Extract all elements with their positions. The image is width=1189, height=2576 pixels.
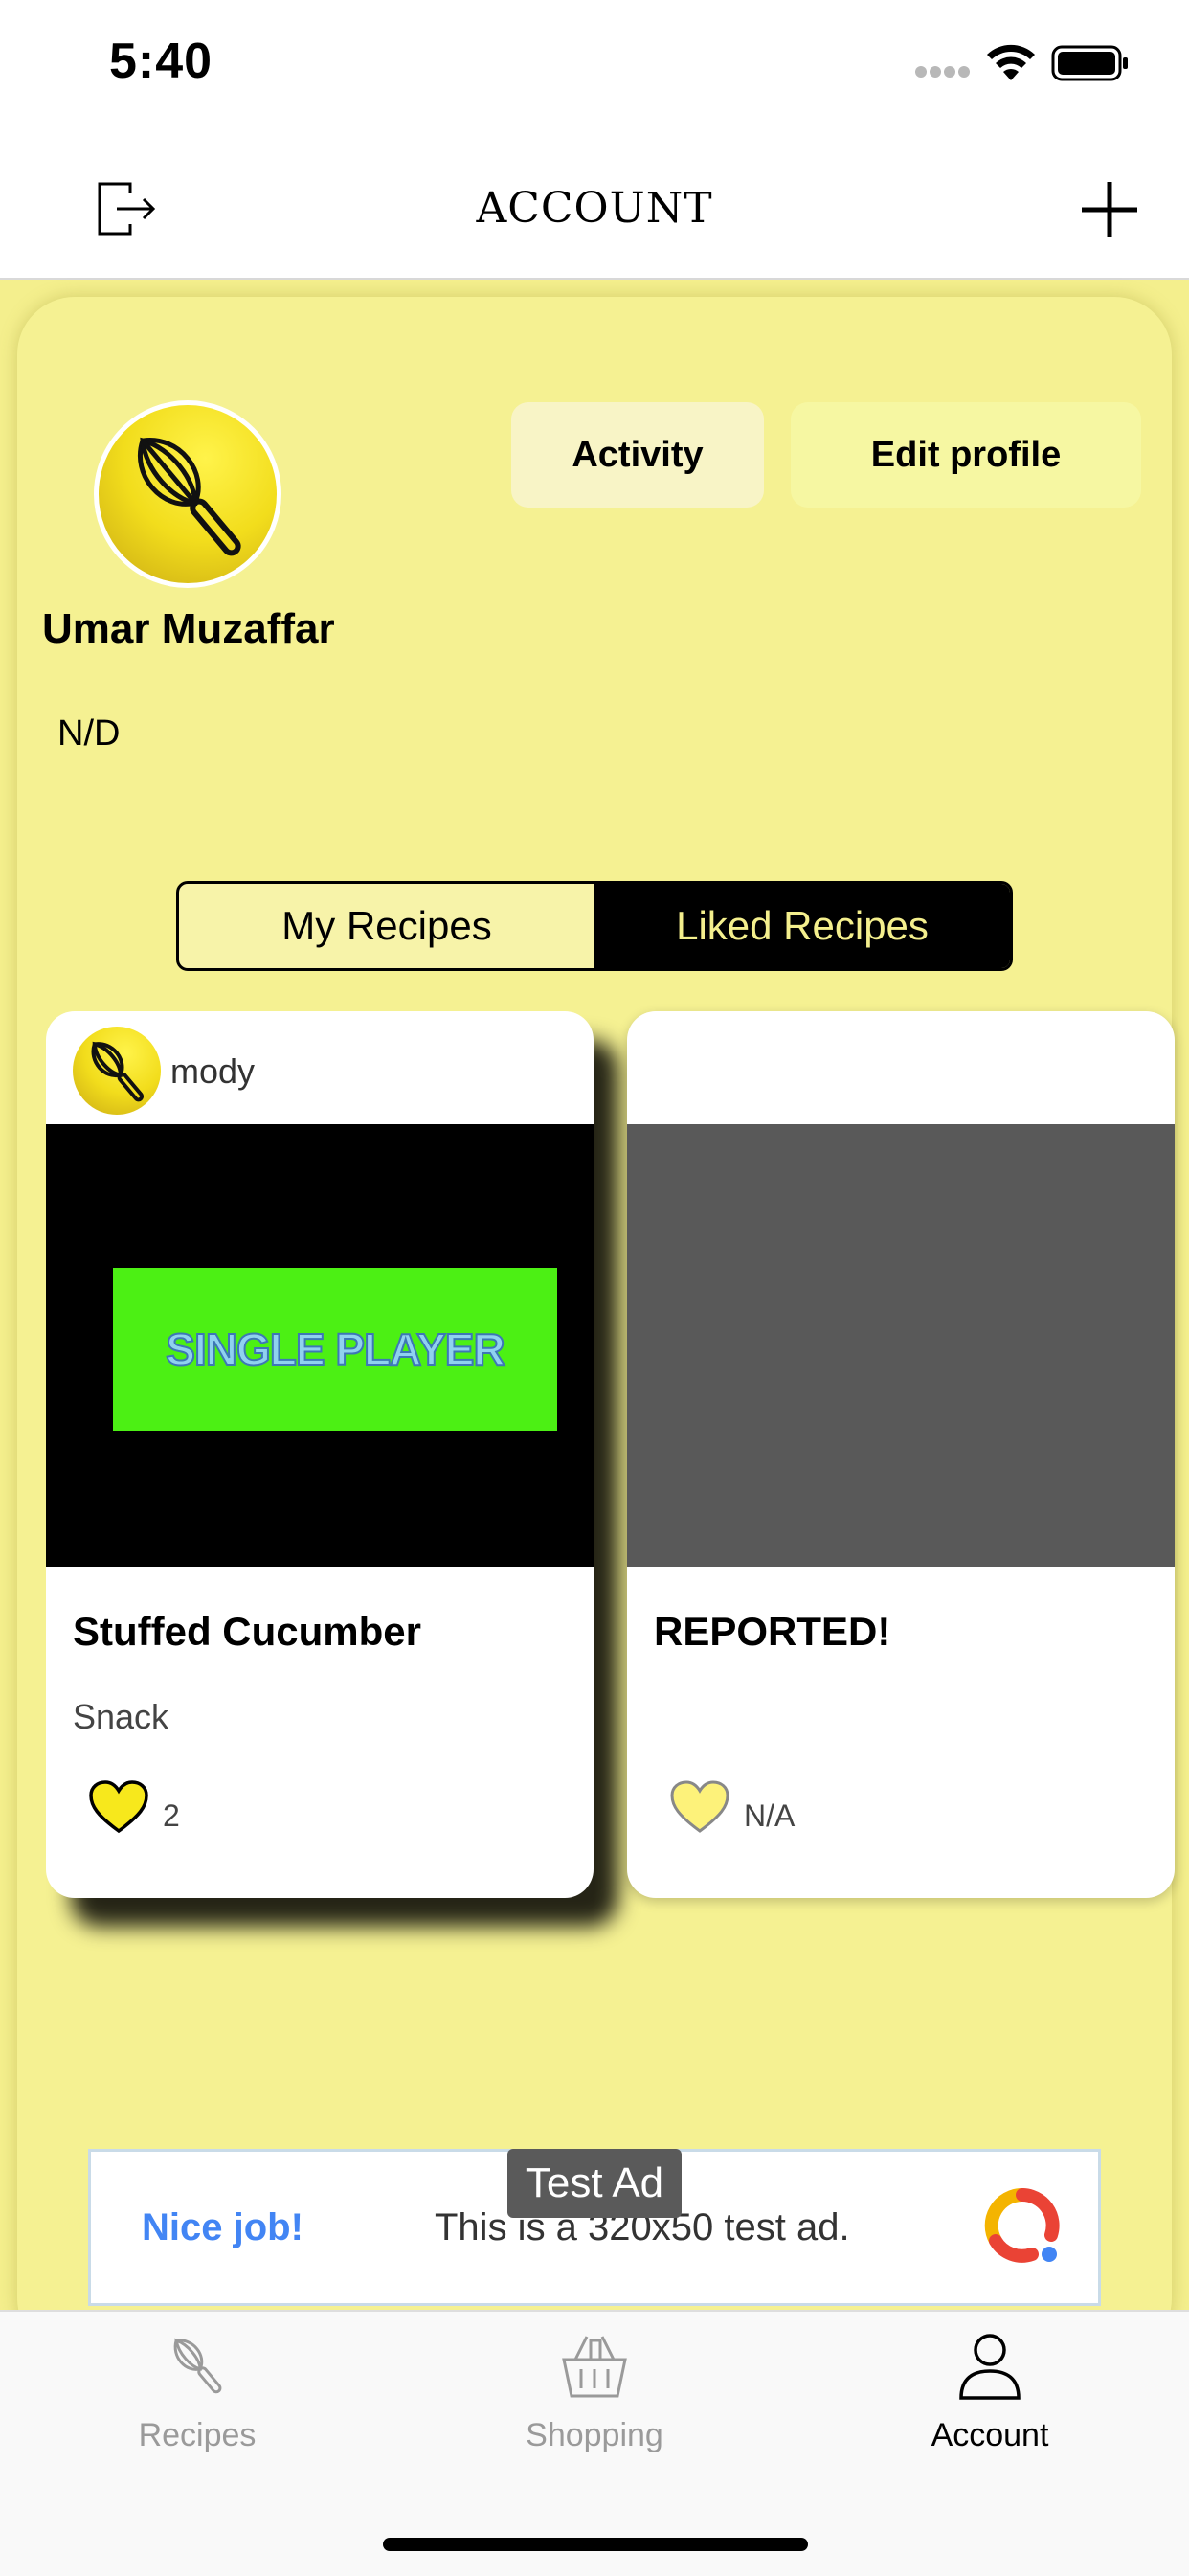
cellular-signal-icon — [915, 66, 970, 78]
whisk-icon — [137, 437, 241, 556]
tab-shopping[interactable]: Shopping — [451, 2327, 738, 2480]
recipe-card[interactable]: REPORTED! N/A — [627, 1011, 1175, 1898]
whisk-icon — [91, 1041, 145, 1102]
recipes-segmented-control: My Recipes Liked Recipes — [176, 881, 1013, 971]
test-ad-badge: Test Ad — [507, 2149, 682, 2218]
status-time: 5:40 — [109, 34, 213, 89]
segment-liked-recipes[interactable]: Liked Recipes — [594, 884, 1010, 968]
like-count: 2 — [163, 1798, 180, 1833]
author-name[interactable]: mody — [170, 1051, 255, 1092]
thumbnail-banner: SINGLE PLAYER — [113, 1268, 557, 1431]
thumbnail-text: SINGLE PLAYER — [165, 1323, 505, 1375]
heart-icon[interactable] — [88, 1779, 149, 1835]
battery-icon — [1051, 45, 1128, 81]
tab-label: Shopping — [526, 2417, 663, 2453]
profile-avatar — [94, 400, 281, 588]
heart-icon[interactable] — [669, 1779, 730, 1835]
edit-profile-button[interactable]: Edit profile — [791, 402, 1141, 508]
ad-logo-icon[interactable] — [982, 2185, 1063, 2266]
recipe-title: Stuffed Cucumber — [73, 1609, 422, 1654]
whisk-icon — [173, 2338, 222, 2394]
add-recipe-icon[interactable] — [1078, 178, 1141, 241]
recipe-card[interactable]: mody SINGLE PLAYER Stuffed Cucumber Snac… — [46, 1011, 594, 1898]
author-avatar[interactable] — [73, 1027, 161, 1115]
basket-icon — [562, 2336, 627, 2398]
like-count: N/A — [744, 1798, 796, 1833]
recipe-image[interactable]: SINGLE PLAYER — [46, 1124, 594, 1567]
user-bio: N/D — [57, 713, 121, 754]
person-icon — [959, 2334, 1021, 2400]
page-title: ACCOUNT — [476, 184, 713, 233]
recipe-image[interactable] — [627, 1124, 1175, 1567]
segment-my-recipes[interactable]: My Recipes — [179, 884, 594, 968]
tab-label: Account — [931, 2417, 1049, 2453]
home-indicator[interactable] — [383, 2538, 808, 2551]
tab-recipes[interactable]: Recipes — [54, 2327, 341, 2480]
recipe-category: Snack — [73, 1697, 169, 1736]
ad-headline[interactable]: Nice job! — [142, 2206, 303, 2249]
recipe-title: REPORTED! — [654, 1609, 891, 1654]
tab-label: Recipes — [138, 2417, 257, 2453]
user-name: Umar Muzaffar — [42, 605, 335, 652]
activity-button[interactable]: Activity — [511, 402, 764, 508]
tab-account[interactable]: Account — [846, 2327, 1133, 2480]
wifi-icon — [987, 44, 1035, 80]
